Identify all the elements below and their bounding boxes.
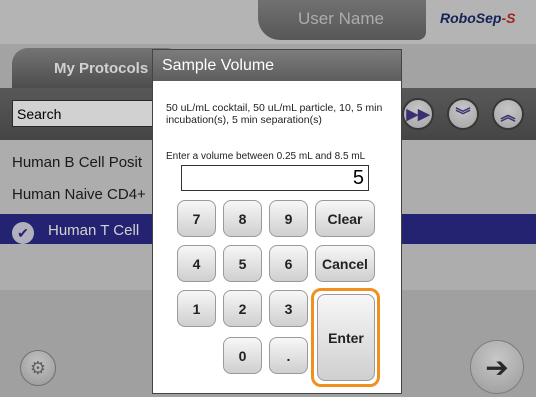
key-5[interactable]: 5 bbox=[223, 245, 262, 282]
key-9[interactable]: 9 bbox=[269, 200, 308, 237]
sample-volume-dialog: Sample Volume 50 uL/mL cocktail, 50 uL/m… bbox=[152, 49, 402, 394]
volume-prompt: Enter a volume between 0.25 mL and 8.5 m… bbox=[166, 151, 366, 162]
key-8[interactable]: 8 bbox=[223, 200, 262, 237]
robosep-app: User Name RoboSep-S My Protocols Search … bbox=[0, 0, 536, 397]
dialog-title: Sample Volume bbox=[162, 57, 275, 74]
key-7[interactable]: 7 bbox=[177, 200, 216, 237]
dialog-header: Sample Volume bbox=[153, 50, 401, 81]
enter-button[interactable]: Enter bbox=[317, 294, 375, 381]
key-decimal[interactable]: . bbox=[269, 337, 308, 374]
key-2[interactable]: 2 bbox=[223, 290, 262, 327]
cancel-button[interactable]: Cancel bbox=[315, 245, 375, 282]
key-1[interactable]: 1 bbox=[177, 290, 216, 327]
clear-button[interactable]: Clear bbox=[315, 200, 375, 237]
volume-input[interactable]: 5 bbox=[181, 165, 369, 191]
protocol-description: 50 uL/mL cocktail, 50 uL/mL particle, 10… bbox=[166, 102, 383, 126]
key-3[interactable]: 3 bbox=[269, 290, 308, 327]
key-6[interactable]: 6 bbox=[269, 245, 308, 282]
key-0[interactable]: 0 bbox=[223, 337, 262, 374]
key-4[interactable]: 4 bbox=[177, 245, 216, 282]
